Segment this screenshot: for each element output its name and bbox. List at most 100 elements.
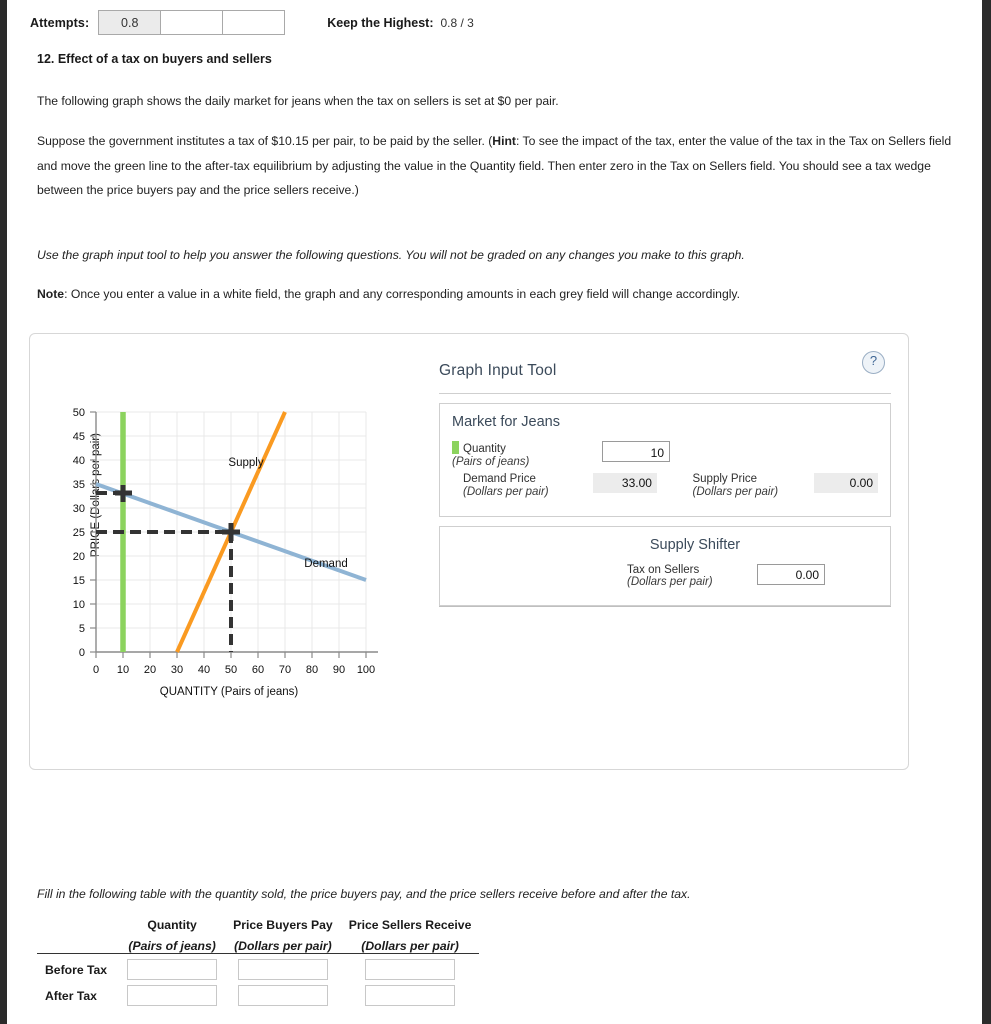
- row-label-before-tax: Before Tax: [45, 962, 108, 977]
- y-tick-40: 40: [73, 455, 85, 467]
- column-unit-quantity: (Pairs of jeans): [128, 939, 216, 953]
- cell-before-tax-quantity: [119, 954, 225, 980]
- input-before-tax-price-buyers-pay[interactable]: [237, 959, 328, 980]
- supply-label: Supply: [228, 457, 263, 469]
- demand-price-label: Demand Price: [463, 472, 536, 485]
- supply-price-label: Supply Price: [692, 472, 758, 485]
- input-before-tax-quantity[interactable]: [127, 959, 218, 980]
- tax-row: Tax on Sellers (Dollars per pair): [452, 563, 878, 590]
- column-title-quantity: Quantity: [147, 918, 197, 932]
- supply-price-unit: (Dollars per pair): [692, 485, 779, 498]
- cell-before-tax-price-buyers-pay: [225, 954, 341, 980]
- cell-after-tax-quantity: [119, 980, 225, 1006]
- help-icon[interactable]: ?: [862, 351, 885, 374]
- attempts-bar: Attempts: 0.8 Keep the Highest: 0.8 / 3: [7, 0, 982, 35]
- table-row: After Tax: [37, 980, 479, 1006]
- input-after-tax-price-sellers-receive[interactable]: [365, 985, 456, 1006]
- attempts-label: Attempts:: [30, 15, 90, 30]
- column-header-quantity: Quantity (Pairs of jeans): [119, 918, 226, 954]
- x-tick-20: 20: [144, 664, 156, 676]
- graph-card: PRICE (Dollars per pair) QUANTITY (Pairs…: [29, 333, 909, 770]
- note-rest: : Once you enter a value in a white fiel…: [64, 286, 740, 301]
- x-tick-40: 40: [198, 664, 210, 676]
- keep-highest: Keep the Highest: 0.8 / 3: [327, 16, 474, 30]
- column-unit-price-buyers-pay: (Dollars per pair): [234, 939, 332, 953]
- y-tick-5: 5: [79, 623, 85, 635]
- note-word: Note: [37, 286, 65, 301]
- input-after-tax-price-buyers-pay[interactable]: [237, 985, 328, 1006]
- keep-highest-value: 0.8 / 3: [440, 15, 474, 30]
- demand-price-label-group: Demand Price (Dollars per pair): [452, 473, 593, 499]
- graph-input-tool-header: Graph Input Tool ?: [439, 349, 891, 394]
- p2-hint-word: Hint: [492, 134, 516, 149]
- question-title: 12. Effect of a tax on buyers and seller…: [37, 52, 272, 66]
- quantity-unit: (Pairs of jeans): [452, 455, 530, 468]
- cell-after-tax-price-buyers-pay: [225, 980, 341, 1006]
- tax-answer-table: Quantity (Pairs of jeans) Price Buyers P…: [37, 918, 480, 1006]
- y-tick-25: 25: [73, 527, 85, 539]
- attempt-box-1: 0.8: [98, 10, 162, 35]
- tax-on-sellers-input[interactable]: [757, 563, 825, 585]
- y-tick-10: 10: [73, 599, 85, 611]
- supply-shifter-title: Supply Shifter: [649, 536, 741, 553]
- question-paragraph-1: The following graph shows the daily mark…: [37, 94, 559, 108]
- quantity-marker[interactable]: [115, 485, 132, 502]
- quantity-row: Quantity (Pairs of jeans): [452, 441, 878, 469]
- table-corner-cell: [37, 918, 120, 954]
- x-tick-60: 60: [252, 664, 264, 676]
- attempt-box-3: [222, 10, 286, 35]
- x-tick-50: 50: [225, 664, 237, 676]
- cell-after-tax-price-sellers-receive: [341, 980, 480, 1006]
- table-header-row: Quantity (Pairs of jeans) Price Buyers P…: [37, 918, 480, 954]
- table-row: Before Tax: [37, 954, 480, 980]
- keep-highest-label: Keep the Highest:: [327, 15, 434, 30]
- y-tick-0: 0: [79, 647, 85, 659]
- equilibrium-marker: [222, 523, 240, 541]
- column-header-price-buyers-pay: Price Buyers Pay (Dollars per pair): [225, 918, 341, 954]
- chart-svg: 50 45 40 35 30 25 20 15 10 5 0 0 10 20 3…: [73, 407, 378, 676]
- demand-label: Demand: [304, 558, 347, 570]
- column-header-price-sellers-receive: Price Sellers Receive (Dollars per pair): [340, 918, 480, 954]
- price-row: Demand Price (Dollars per pair) 33.00 Su…: [452, 472, 878, 499]
- quantity-input[interactable]: [602, 441, 670, 462]
- window-left-edge: [0, 0, 7, 1024]
- window-right-edge: [982, 0, 991, 1024]
- tax-label-group: Tax on Sellers (Dollars per pair): [627, 564, 757, 590]
- graph-tool-instruction: Use the graph input tool to help you ans…: [37, 248, 745, 263]
- note-paragraph: Note: Once you enter a value in a white …: [37, 288, 972, 300]
- x-tick-90: 90: [333, 664, 345, 676]
- supply-price-value: 0.00: [814, 472, 878, 493]
- column-unit-price-sellers-receive: (Dollars per pair): [361, 939, 459, 953]
- y-tick-35: 35: [73, 479, 85, 491]
- tax-on-sellers-label: Tax on Sellers: [627, 563, 700, 576]
- table-intro: Fill in the following table with the qua…: [37, 887, 691, 901]
- market-for-jeans-section: Market for Jeans Quantity (Pairs of jean…: [439, 403, 891, 517]
- y-tick-45: 45: [73, 431, 85, 443]
- cell-before-tax-price-sellers-receive: [341, 954, 480, 980]
- y-tick-30: 30: [73, 503, 85, 515]
- attempt-box-2: [160, 10, 224, 35]
- graph-input-tool-title: Graph Input Tool: [439, 362, 557, 379]
- y-tick-15: 15: [73, 575, 85, 587]
- column-title-price-sellers-receive: Price Sellers Receive: [348, 918, 472, 932]
- x-tick-0: 0: [93, 664, 99, 676]
- tax-on-sellers-unit: (Dollars per pair): [627, 576, 713, 589]
- supply-demand-chart: PRICE (Dollars per pair) QUANTITY (Pairs…: [48, 394, 408, 724]
- y-tick-50: 50: [73, 407, 85, 419]
- p2-part-a: Suppose the government institutes a tax …: [37, 134, 493, 149]
- y-tick-20: 20: [73, 551, 85, 563]
- input-after-tax-quantity[interactable]: [127, 985, 218, 1006]
- supply-price-label-group: Supply Price (Dollars per pair): [692, 473, 814, 499]
- x-tick-80: 80: [306, 664, 318, 676]
- supply-shifter-section: Supply Shifter Tax on Sellers (Dollars p…: [439, 525, 891, 607]
- graph-input-tool: Graph Input Tool ? Market for Jeans Quan…: [439, 349, 891, 608]
- y-tick-labels: 50 45 40 35 30 25 20 15 10 5 0: [73, 407, 85, 659]
- quantity-color-swatch: [452, 441, 459, 454]
- column-title-price-buyers-pay: Price Buyers Pay: [233, 918, 333, 932]
- x-tick-labels: 0 10 20 30 40 50 60 70 80 90 100: [93, 664, 375, 676]
- x-tick-100: 100: [357, 664, 375, 676]
- x-tick-10: 10: [117, 664, 129, 676]
- input-before-tax-price-sellers-receive[interactable]: [365, 959, 456, 980]
- x-tick-70: 70: [279, 664, 291, 676]
- question-paragraph-2: Suppose the government institutes a tax …: [37, 129, 972, 202]
